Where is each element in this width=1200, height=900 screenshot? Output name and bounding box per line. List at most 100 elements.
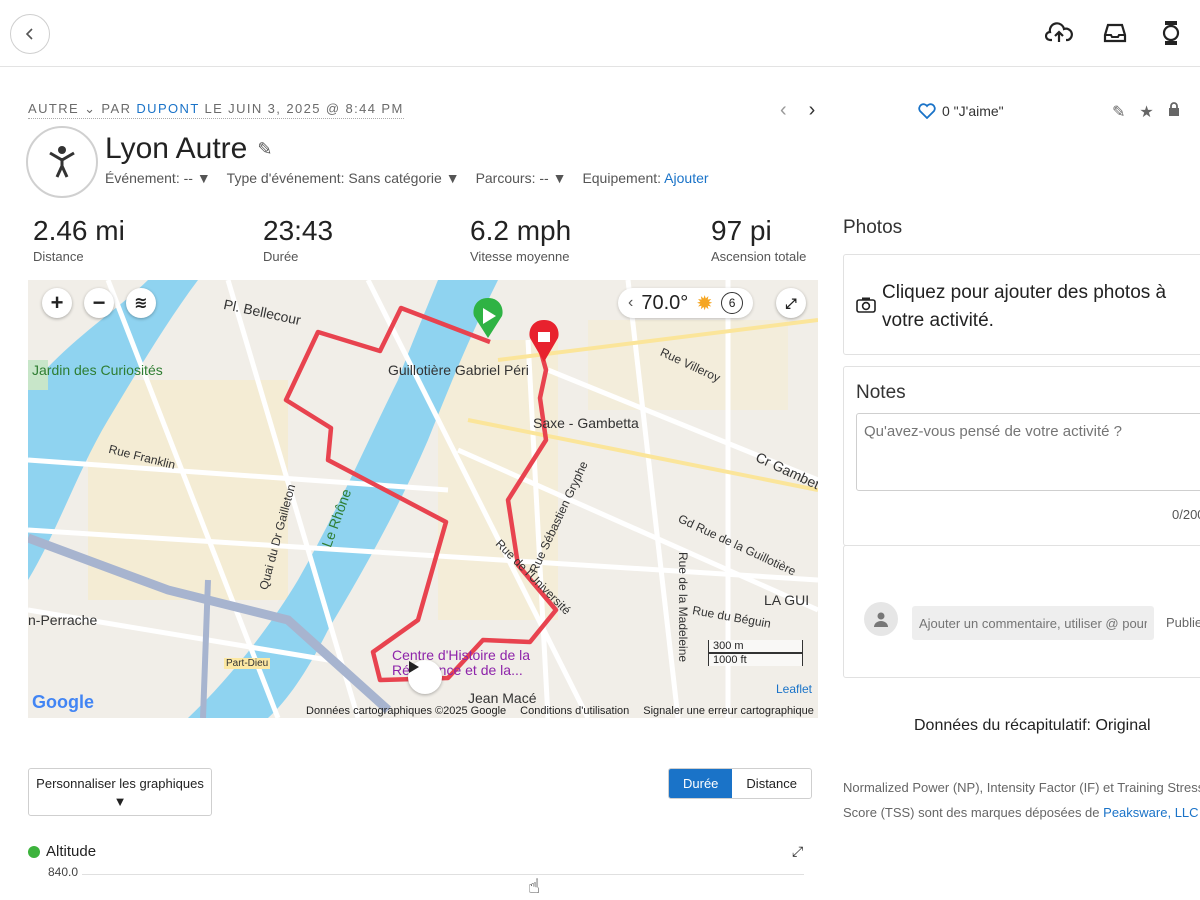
stat-avg-speed: 6.2 mph Vitesse moyenne: [470, 215, 571, 264]
map-attribution: Données cartographiques ©2025 Google Con…: [306, 705, 814, 717]
leaflet-link[interactable]: Leaflet: [776, 682, 812, 696]
peaksware-link[interactable]: Peaksware, LLC: [1103, 805, 1198, 820]
comment-card: Publier: [843, 545, 1200, 678]
map-label: Rue de la Madeleine: [676, 551, 691, 663]
chevron-left-icon: [25, 28, 33, 40]
photos-card[interactable]: Cliquez pour ajouter des photos à votre …: [843, 254, 1200, 355]
stat-label: Ascension totale: [711, 249, 807, 264]
user-icon: [874, 612, 888, 627]
google-logo: Google: [32, 692, 94, 712]
camera-icon: [856, 297, 876, 313]
stat-ascent: 97 pi Ascension totale: [711, 215, 806, 264]
report-error-link[interactable]: Signaler une erreur cartographique: [643, 705, 814, 717]
map-label: Saxe - Gambetta: [533, 415, 639, 431]
stat-distance: 2.46 mi Distance: [33, 215, 125, 264]
customize-charts-button[interactable]: Personnaliser les graphiques ▼: [28, 768, 212, 816]
equipment: Equipement: Ajouter: [582, 170, 708, 186]
zoom-in-button[interactable]: +: [42, 288, 72, 318]
like-button[interactable]: 0 "J'aime": [918, 103, 1004, 119]
user-link[interactable]: DUPONT: [136, 101, 199, 116]
scale-metric: 300 m: [708, 640, 803, 653]
activity-tools: ✎ ★: [1112, 102, 1180, 122]
notes-textarea[interactable]: [856, 413, 1200, 491]
altitude-legend: Altitude: [28, 843, 96, 860]
event-dropdown[interactable]: Événement: -- ▼: [105, 170, 211, 186]
play-route-button[interactable]: [408, 660, 442, 694]
activity-meta: AUTRE ⌄ PAR DUPONT LE JUIN 3, 2025 @ 8:4…: [28, 101, 404, 119]
publish-button[interactable]: Publier: [1166, 615, 1200, 630]
photos-heading: Photos: [843, 217, 903, 238]
back-button[interactable]: [10, 14, 50, 54]
upload-cloud-icon[interactable]: [1044, 18, 1074, 48]
play-icon: [409, 661, 419, 673]
map-label: Jean Macé: [468, 690, 537, 706]
chevron-left-icon[interactable]: ‹: [628, 294, 633, 312]
weather-widget[interactable]: ‹ 70.0° ✹ 6: [618, 288, 754, 318]
toggle-duration[interactable]: Durée: [669, 769, 733, 798]
stat-value: 2.46 mi: [33, 215, 125, 246]
equipment-label: Equipement:: [582, 170, 662, 186]
lock-icon[interactable]: [1168, 102, 1180, 122]
wind-speed: 6: [721, 292, 744, 314]
altitude-value: 840.0: [48, 865, 79, 879]
toggle-distance[interactable]: Distance: [732, 769, 811, 798]
map-label: Guillotière Gabriel Péri: [388, 362, 529, 378]
activity-date: LE JUIN 3, 2025 @ 8:44 PM: [204, 101, 404, 116]
expand-map-icon[interactable]: ⤢: [776, 288, 806, 318]
summary-data-source: Données du récapitulatif: Original: [914, 717, 1151, 734]
stat-label: Distance: [33, 249, 84, 264]
comment-input[interactable]: [912, 606, 1154, 640]
previous-activity-icon[interactable]: ‹: [780, 99, 787, 122]
stat-duration: 23:43 Durée: [263, 215, 333, 264]
sun-icon: ✹: [696, 292, 714, 315]
like-count: 0 "J'aime": [942, 103, 1004, 119]
x-axis-toggle: Durée Distance: [668, 768, 812, 799]
avatar: [864, 602, 898, 636]
event-type-dropdown[interactable]: Type d'événement: Sans catégorie ▼: [227, 170, 460, 186]
terms-link[interactable]: Conditions d'utilisation: [520, 705, 629, 717]
activity-tags: Événement: -- ▼ Type d'événement: Sans c…: [105, 170, 709, 186]
notes-card: Notes 0/2000: [843, 366, 1200, 546]
map-scale: 300 m 1000 ft: [708, 640, 803, 666]
inbox-tray-icon[interactable]: [1100, 18, 1130, 48]
route-map[interactable]: + − ≋ ‹ 70.0° ✹ 6 ⤢ Pl. Bellecour Jardin…: [28, 280, 818, 718]
course-dropdown[interactable]: Parcours: -- ▼: [476, 170, 567, 186]
edit-title-icon[interactable]: ✎: [257, 139, 272, 160]
activity-type-avatar: [26, 126, 98, 198]
trademark-notice: Normalized Power (NP), Intensity Factor …: [843, 775, 1200, 825]
stat-value: 23:43: [263, 215, 334, 246]
top-bar: [0, 0, 1200, 67]
layers-icon[interactable]: ≋: [126, 288, 156, 318]
watch-icon[interactable]: [1156, 18, 1186, 48]
stat-label: Durée: [263, 249, 299, 264]
edit-pencil-icon[interactable]: ✎: [1112, 102, 1125, 122]
map-data-credit: Données cartographiques ©2025 Google: [306, 705, 507, 717]
heart-icon: [918, 103, 936, 119]
next-activity-icon[interactable]: ›: [809, 99, 816, 122]
notes-heading: Notes: [856, 382, 906, 403]
stat-label: Vitesse moyenne: [470, 249, 570, 264]
top-actions: [1044, 18, 1186, 48]
activity-pager: ‹ ›: [780, 99, 815, 122]
activity-title: Lyon Autre ✎: [105, 132, 272, 166]
stat-value: 6.2 mph: [470, 215, 572, 246]
zoom-out-button[interactable]: −: [84, 288, 114, 318]
altitude-gridline: [82, 874, 804, 875]
map-label: Jardin des Curiosités: [32, 362, 163, 378]
add-photos-link[interactable]: Cliquez pour ajouter des photos à votre …: [882, 279, 1200, 335]
map-label: n-Perrache: [28, 612, 98, 628]
hand-cursor-icon: ☝: [528, 876, 541, 898]
person-icon: [49, 146, 75, 178]
scale-imperial: 1000 ft: [708, 653, 803, 666]
meta-by: PAR: [101, 101, 132, 116]
altitude-dot: [28, 845, 40, 858]
activity-type-dropdown[interactable]: AUTRE ⌄: [28, 101, 96, 116]
altitude-label: Altitude: [46, 843, 97, 860]
map-label: LA GUI: [764, 592, 810, 608]
notes-char-count: 0/2000: [1172, 507, 1200, 522]
temperature: 70.0°: [641, 291, 689, 314]
expand-chart-icon[interactable]: ⤢: [792, 843, 803, 860]
map-label: Part-Dieu: [224, 658, 271, 669]
star-icon[interactable]: ★: [1139, 102, 1153, 122]
add-equipment-link[interactable]: Ajouter: [664, 170, 708, 186]
